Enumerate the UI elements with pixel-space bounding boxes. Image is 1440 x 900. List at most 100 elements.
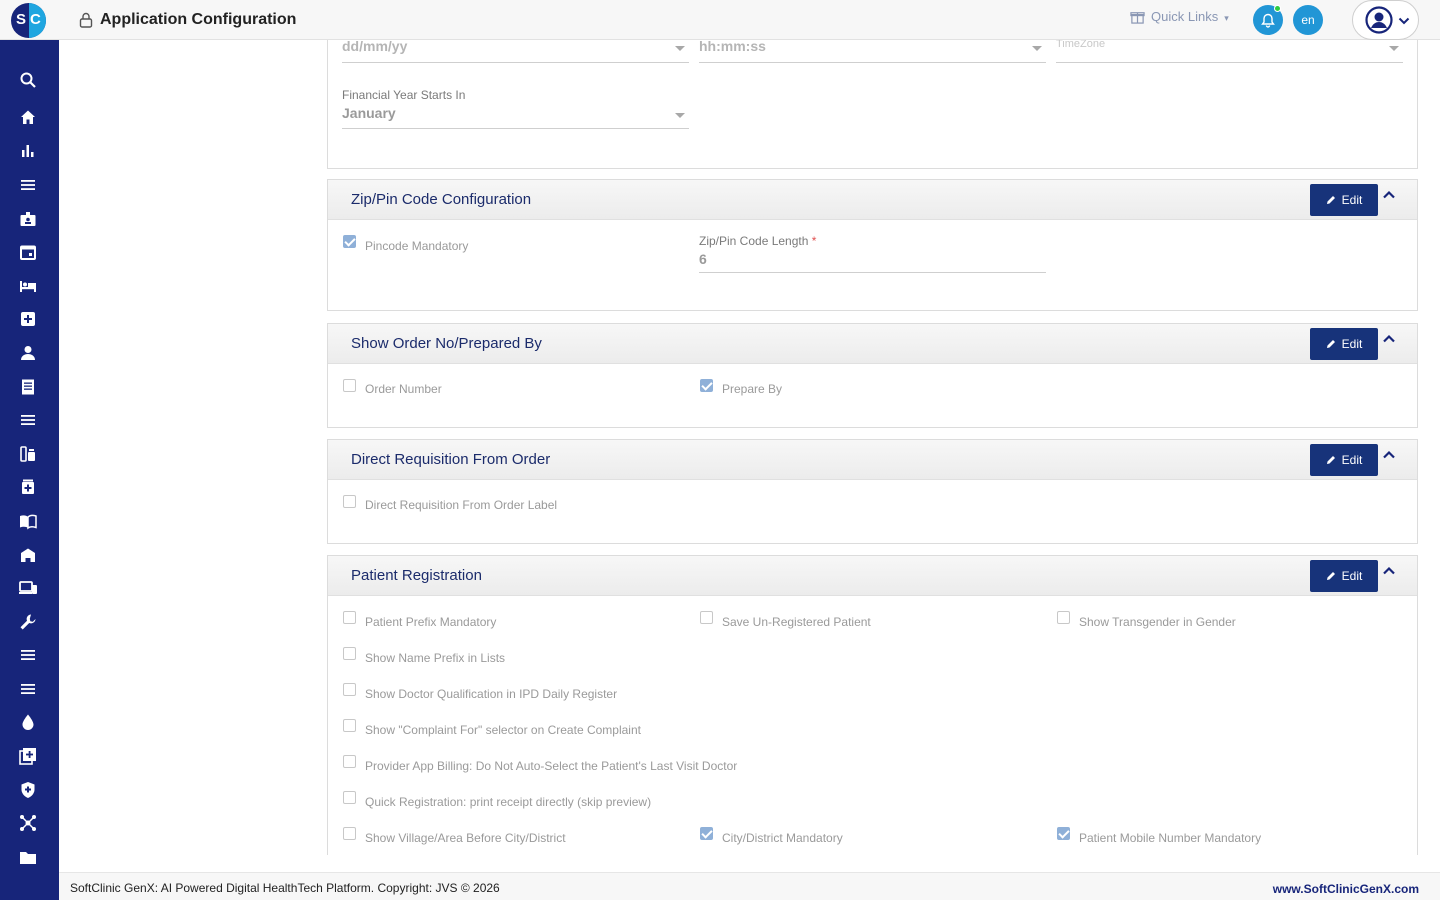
dropdown-caret-icon[interactable] [675, 113, 685, 118]
app-logo[interactable]: S C [11, 3, 46, 38]
chevron-down-icon: ▾ [1224, 13, 1229, 23]
pincode-mandatory-label: Pincode Mandatory [365, 239, 469, 253]
network-icon[interactable] [19, 814, 37, 832]
time-format-underline [699, 62, 1046, 63]
financial-year-underline [342, 128, 689, 129]
edit-label: Edit [1341, 337, 1363, 351]
edit-button[interactable]: Edit [1310, 328, 1378, 360]
show-transgender-label: Show Transgender in Gender [1079, 615, 1236, 629]
pincode-mandatory-checkbox[interactable] [343, 235, 356, 248]
prefix-mandatory-label: Patient Prefix Mandatory [365, 615, 497, 629]
order-prepared-card: Show Order No/Prepared By Edit Order Num… [327, 323, 1418, 428]
notifications-button[interactable] [1253, 5, 1283, 35]
menu-icon[interactable] [19, 411, 37, 429]
save-unregistered-checkbox[interactable] [700, 611, 713, 624]
timezone-underline [1056, 62, 1403, 63]
dropdown-caret-icon[interactable] [675, 46, 685, 51]
person-icon[interactable] [19, 344, 37, 362]
bed-icon[interactable] [19, 277, 37, 295]
medical-plus-icon[interactable] [19, 310, 37, 328]
edit-button[interactable]: Edit [1310, 444, 1378, 476]
financial-year-select[interactable]: January [342, 105, 396, 121]
pencil-icon [1326, 456, 1335, 464]
chevron-down-icon [1398, 17, 1410, 25]
card-header: Show Order No/Prepared By Edit [328, 324, 1417, 364]
financial-year-label: Financial Year Starts In [342, 88, 466, 102]
bar-chart-icon[interactable] [19, 142, 37, 160]
card-title: Direct Requisition From Order [351, 451, 551, 468]
complaint-for-checkbox[interactable] [343, 719, 356, 732]
menu-icon[interactable] [19, 680, 37, 698]
save-unregistered-label: Save Un-Registered Patient [722, 615, 871, 629]
city-mandatory-checkbox[interactable] [700, 827, 713, 840]
pencil-icon [1326, 196, 1335, 204]
card-title: Zip/Pin Code Configuration [351, 191, 532, 208]
show-name-prefix-checkbox[interactable] [343, 647, 356, 660]
logo-letter-c: C [30, 11, 41, 28]
bell-icon [1261, 13, 1275, 28]
edit-label: Edit [1341, 193, 1363, 207]
edit-button[interactable]: Edit [1310, 560, 1378, 592]
devices-icon[interactable] [19, 579, 37, 597]
quick-links-menu[interactable]: Quick Links ▾ [1130, 9, 1229, 24]
chevron-up-icon[interactable] [1382, 188, 1396, 202]
chevron-up-icon[interactable] [1382, 332, 1396, 346]
chevron-up-icon[interactable] [1382, 448, 1396, 462]
add-library-icon[interactable] [19, 747, 37, 765]
order-number-checkbox[interactable] [343, 379, 356, 392]
menu-icon[interactable] [19, 646, 37, 664]
direct-requisition-label: Direct Requisition From Order Label [365, 498, 558, 512]
pharmacy-icon[interactable] [19, 478, 37, 496]
card-title: Show Order No/Prepared By [351, 335, 542, 352]
calendar-icon[interactable] [19, 243, 37, 261]
search-icon[interactable] [19, 71, 37, 89]
dropdown-caret-icon[interactable] [1389, 46, 1399, 51]
date-format-underline [342, 62, 689, 63]
quick-registration-checkbox[interactable] [343, 791, 356, 804]
doctor-qualification-label: Show Doctor Qualification in IPD Daily R… [365, 687, 618, 701]
direct-requisition-card: Direct Requisition From Order Edit Direc… [327, 439, 1418, 544]
zip-length-label: Zip/Pin Code Length * [699, 234, 817, 248]
village-before-city-checkbox[interactable] [343, 827, 356, 840]
prefix-mandatory-checkbox[interactable] [343, 611, 356, 624]
edit-button[interactable]: Edit [1310, 184, 1378, 216]
show-transgender-checkbox[interactable] [1057, 611, 1070, 624]
list-icon[interactable] [19, 176, 37, 194]
language-button[interactable]: en [1293, 5, 1323, 35]
receipt-icon[interactable] [19, 378, 37, 396]
order-number-label: Order Number [365, 382, 442, 396]
home-icon[interactable] [19, 108, 37, 126]
blood-drop-icon[interactable] [19, 713, 37, 731]
provider-billing-label: Provider App Billing: Do Not Auto-Select… [365, 759, 738, 773]
card-header: Patient Registration Edit [328, 556, 1417, 596]
user-menu-button[interactable] [1352, 0, 1419, 40]
direct-requisition-checkbox[interactable] [343, 495, 356, 508]
prepare-by-checkbox[interactable] [700, 379, 713, 392]
doctor-qualification-checkbox[interactable] [343, 683, 356, 696]
lock-icon [79, 12, 93, 28]
footer-website-link[interactable]: www.SoftClinicGenX.com [1273, 882, 1419, 896]
edit-label: Edit [1341, 453, 1363, 467]
id-badge-icon[interactable] [19, 210, 37, 228]
book-icon[interactable] [19, 512, 37, 530]
shield-icon[interactable] [19, 781, 37, 799]
building-icon[interactable] [19, 546, 37, 564]
folder-icon[interactable] [19, 848, 37, 866]
prepare-by-label: Prepare By [722, 382, 783, 396]
chevron-up-icon[interactable] [1382, 564, 1396, 578]
logo-letter-s: S [16, 11, 27, 28]
lab-icon[interactable] [19, 445, 37, 463]
top-bar: S C Application Configuration Quick Link… [0, 0, 1440, 40]
card-header: Zip/Pin Code Configuration Edit [328, 180, 1417, 220]
avatar-icon [1365, 6, 1393, 34]
mobile-mandatory-checkbox[interactable] [1057, 827, 1070, 840]
general-settings-card: dd/mm/yy hh:mm:ss TimeZone Financial Yea… [327, 30, 1418, 169]
dropdown-caret-icon[interactable] [1032, 46, 1042, 51]
provider-billing-checkbox[interactable] [343, 755, 356, 768]
page-title: Application Configuration [100, 11, 297, 28]
zip-length-input[interactable]: 6 [699, 251, 707, 267]
footer: SoftClinic GenX: AI Powered Digital Heal… [59, 872, 1440, 900]
wrench-icon[interactable] [19, 613, 37, 631]
pencil-icon [1326, 340, 1335, 348]
village-before-city-label: Show Village/Area Before City/District [365, 831, 566, 845]
